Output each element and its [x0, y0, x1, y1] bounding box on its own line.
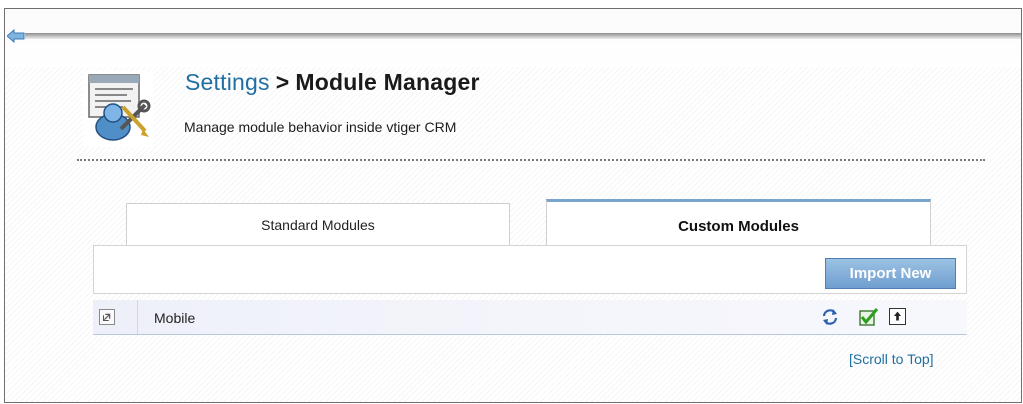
custom-modules-toolbar: Import New	[93, 245, 967, 294]
page-frame: Settings > Module Manager Manage module be…	[4, 8, 1022, 403]
export-icon[interactable]	[889, 308, 906, 325]
import-new-label: Import New	[849, 265, 932, 282]
header-divider	[25, 33, 1021, 39]
page-title: Settings > Module Manager	[185, 69, 480, 96]
tab-custom-modules[interactable]: Custom Modules	[546, 199, 931, 245]
breadcrumb-separator: >	[275, 69, 290, 95]
module-manager-title: Module Manager	[295, 69, 480, 95]
open-link-icon[interactable]	[99, 309, 115, 325]
dotted-divider	[77, 159, 985, 161]
settings-breadcrumb-link[interactable]: Settings	[185, 69, 270, 95]
tab-standard-modules-label: Standard Modules	[261, 216, 375, 233]
scroll-to-top-link[interactable]: [Scroll to Top]	[849, 351, 934, 367]
module-row-mobile: Mobile	[93, 300, 967, 335]
back-arrow-icon[interactable]	[7, 29, 25, 43]
enabled-check-icon[interactable]	[859, 308, 879, 326]
page-description: Manage module behavior inside vtiger CRM	[184, 119, 457, 135]
import-new-button[interactable]: Import New	[825, 258, 956, 289]
settings-tools-icon	[83, 71, 153, 147]
tab-standard-modules[interactable]: Standard Modules	[126, 203, 510, 245]
module-name: Mobile	[154, 310, 196, 326]
tab-custom-modules-label: Custom Modules	[678, 218, 799, 235]
refresh-icon[interactable]	[821, 308, 839, 326]
